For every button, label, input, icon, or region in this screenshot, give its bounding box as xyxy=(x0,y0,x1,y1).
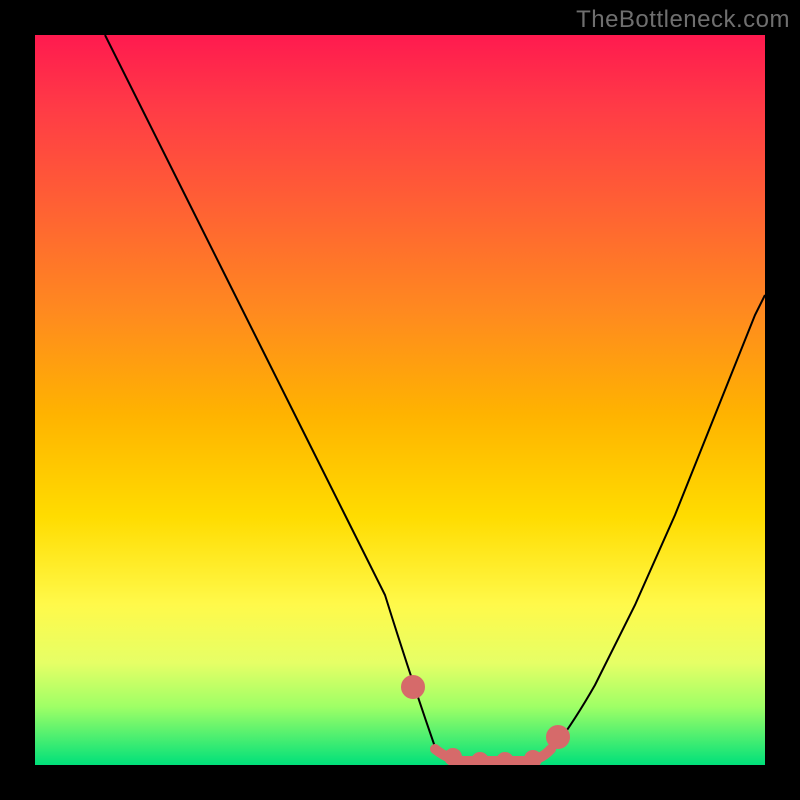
watermark-text: TheBottleneck.com xyxy=(576,6,790,34)
plot-area xyxy=(35,35,765,765)
curve-svg xyxy=(35,35,765,765)
highlight-region xyxy=(406,680,565,765)
main-curve xyxy=(105,35,765,763)
chart-frame: TheBottleneck.com xyxy=(0,0,800,800)
